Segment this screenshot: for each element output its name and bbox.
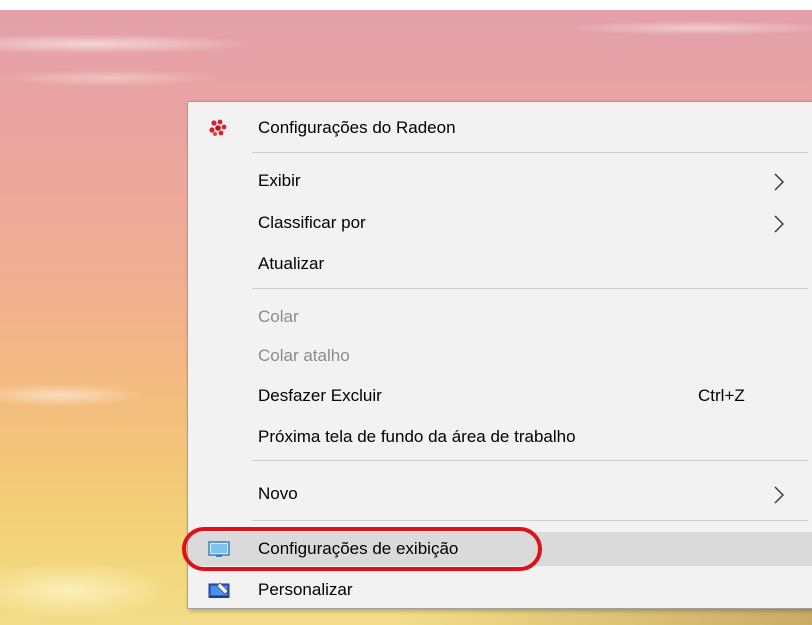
- desktop-context-menu: Configurações do Radeon Exibir Classific…: [187, 101, 812, 609]
- menu-item-paste[interactable]: Colar: [188, 300, 812, 334]
- menu-item-label: Próxima tela de fundo da área de trabalh…: [258, 427, 576, 446]
- chevron-right-icon: [772, 172, 786, 192]
- radeon-icon: [208, 119, 228, 137]
- display-settings-icon: [208, 540, 230, 558]
- menu-item-refresh[interactable]: Atualizar: [188, 247, 812, 281]
- menu-item-radeon-settings[interactable]: Configurações do Radeon: [188, 111, 812, 145]
- menu-separator: [252, 152, 808, 153]
- menu-item-display-settings[interactable]: Configurações de exibição: [188, 532, 812, 566]
- menu-item-view[interactable]: Exibir: [188, 164, 812, 198]
- menu-item-new[interactable]: Novo: [188, 477, 812, 511]
- menu-item-next-background[interactable]: Próxima tela de fundo da área de trabalh…: [188, 420, 812, 454]
- menu-separator: [252, 288, 808, 289]
- chevron-right-icon: [772, 485, 786, 505]
- personalize-icon: [208, 581, 230, 599]
- menu-item-label: Personalizar: [258, 580, 353, 599]
- menu-item-label: Novo: [258, 484, 298, 503]
- chevron-right-icon: [772, 214, 786, 234]
- menu-item-label: Colar atalho: [258, 346, 350, 365]
- menu-item-label: Colar: [258, 307, 299, 326]
- menu-item-label: Classificar por: [258, 213, 366, 232]
- menu-item-personalize[interactable]: Personalizar: [188, 573, 812, 607]
- screen-top-edge: [0, 0, 812, 10]
- menu-separator: [252, 460, 808, 461]
- menu-item-shortcut: Ctrl+Z: [698, 386, 745, 405]
- menu-item-label: Desfazer Excluir: [258, 386, 382, 405]
- menu-item-sort-by[interactable]: Classificar por: [188, 206, 812, 240]
- menu-item-paste-shortcut[interactable]: Colar atalho: [188, 339, 812, 373]
- menu-item-label: Exibir: [258, 171, 301, 190]
- menu-separator: [252, 520, 808, 521]
- menu-item-undo-delete[interactable]: Desfazer Excluir Ctrl+Z: [188, 379, 812, 413]
- menu-item-label: Atualizar: [258, 254, 325, 273]
- menu-item-label: Configurações de exibição: [258, 539, 459, 558]
- menu-item-label: Configurações do Radeon: [258, 118, 456, 137]
